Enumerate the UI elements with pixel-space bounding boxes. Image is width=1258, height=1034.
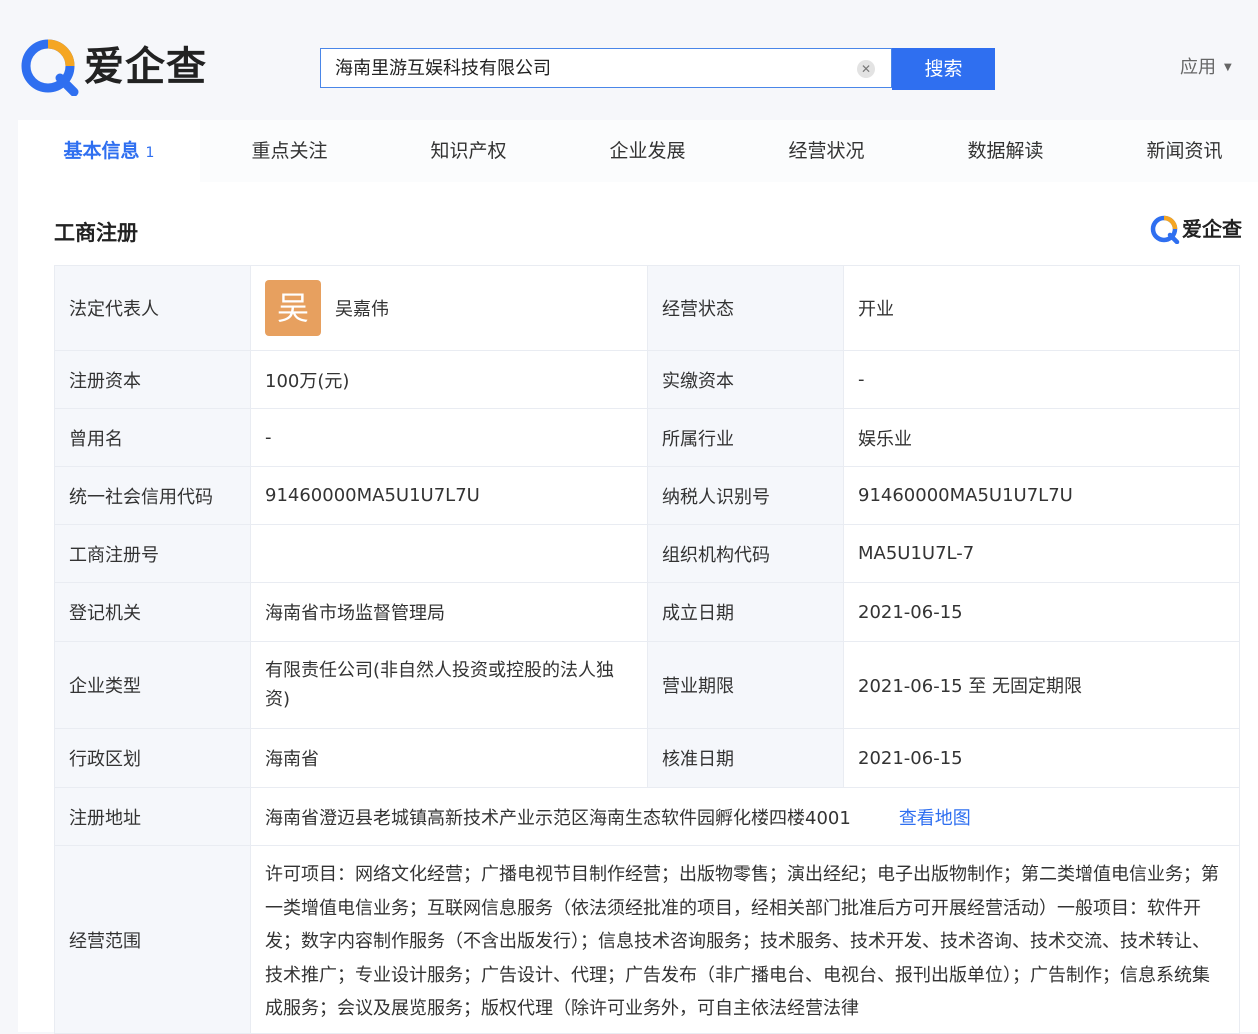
brand-logo-icon	[21, 39, 79, 96]
tab-basic-info[interactable]: 基本信息 1	[18, 120, 200, 182]
field-value: 有限责任公司(非自然人投资或控股的法人独资)	[250, 641, 648, 729]
field-label: 经营状态	[647, 265, 844, 351]
field-value	[250, 524, 648, 583]
table-row: 登记机关 海南省市场监督管理局 成立日期 2021-06-15	[54, 582, 1240, 642]
table-row: 行政区划 海南省 核准日期 2021-06-15	[54, 728, 1240, 788]
field-label: 登记机关	[54, 582, 251, 642]
top-header: 爱企查 海南里游互娱科技有限公司 ✕ 搜索 应用 ▼	[0, 0, 1258, 118]
view-map-link[interactable]: 查看地图	[899, 808, 971, 829]
brand-logo-icon	[1150, 215, 1180, 244]
avatar[interactable]: 吴	[265, 280, 321, 336]
table-row: 曾用名 - 所属行业 娱乐业	[54, 408, 1240, 467]
brand-logo[interactable]: 爱企查	[20, 36, 220, 98]
search-query[interactable]: 海南里游互娱科技有限公司	[335, 49, 551, 89]
field-label: 统一社会信用代码	[54, 466, 251, 525]
field-label: 曾用名	[54, 408, 251, 467]
field-value: 2021-06-15	[843, 582, 1240, 642]
field-label: 注册资本	[54, 350, 251, 409]
section-title: 工商注册	[54, 221, 138, 245]
search-button[interactable]: 搜索	[892, 48, 995, 90]
apps-label: 应用	[1180, 57, 1216, 78]
field-value: -	[250, 408, 648, 467]
table-row: 经营范围 许可项目：网络文化经营；广播电视节目制作经营；出版物零售；演出经纪；电…	[54, 845, 1240, 1034]
table-row: 统一社会信用代码 91460000MA5U1U7L7U 纳税人识别号 91460…	[54, 466, 1240, 525]
search-input[interactable]: 海南里游互娱科技有限公司 ✕	[320, 48, 892, 88]
field-value: 2021-06-15	[843, 728, 1240, 788]
watermark-logo: 爱企查	[1150, 214, 1250, 244]
tab-development[interactable]: 企业发展	[558, 120, 737, 182]
legal-rep-cell: 吴吴嘉伟	[250, 265, 648, 351]
tab-operations[interactable]: 经营状况	[737, 120, 916, 182]
tab-news[interactable]: 新闻资讯	[1095, 120, 1258, 182]
field-label: 所属行业	[647, 408, 844, 467]
field-value: 海南省	[250, 728, 648, 788]
field-value: MA5U1U7L-7	[843, 524, 1240, 583]
field-value: 91460000MA5U1U7L7U	[250, 466, 648, 525]
field-value: 2021-06-15 至 无固定期限	[843, 641, 1240, 729]
field-value: -	[843, 350, 1240, 409]
field-label: 实缴资本	[647, 350, 844, 409]
chevron-down-icon: ▼	[1224, 62, 1232, 73]
tab-key-focus[interactable]: 重点关注	[200, 120, 379, 182]
business-scope-cell: 许可项目：网络文化经营；广播电视节目制作经营；出版物零售；演出经纪；电子出版物制…	[250, 845, 1240, 1034]
field-label: 核准日期	[647, 728, 844, 788]
field-label: 组织机构代码	[647, 524, 844, 583]
field-label: 法定代表人	[54, 265, 251, 351]
field-label: 企业类型	[54, 641, 251, 729]
apps-menu[interactable]: 应用 ▼	[1180, 54, 1232, 82]
watermark-brand-name: 爱企查	[1182, 217, 1242, 241]
content-panel: 工商注册 爱企查 法定代表人 吴吴嘉伟 经营状态 开业 注册资本 100万(元)…	[18, 182, 1258, 1034]
field-label: 注册地址	[54, 787, 251, 846]
address-cell: 海南省澄迈县老城镇高新技术产业示范区海南生态软件园孵化楼四楼4001 查看地图	[250, 787, 1240, 846]
field-label: 营业期限	[647, 641, 844, 729]
tab-bar: 基本信息 1 重点关注 知识产权 企业发展 经营状况 数据解读 新闻资讯	[18, 120, 1258, 183]
table-row: 注册地址 海南省澄迈县老城镇高新技术产业示范区海南生态软件园孵化楼四楼4001 查…	[54, 787, 1240, 846]
business-scope: 许可项目：网络文化经营；广播电视节目制作经营；出版物零售；演出经纪；电子出版物制…	[265, 864, 1219, 1019]
field-label: 纳税人识别号	[647, 466, 844, 525]
table-row: 注册资本 100万(元) 实缴资本 -	[54, 350, 1240, 409]
tab-count: 1	[145, 145, 155, 161]
tab-label: 基本信息	[63, 140, 140, 162]
brand-name: 爱企查	[84, 44, 207, 90]
table-row: 企业类型 有限责任公司(非自然人投资或控股的法人独资) 营业期限 2021-06…	[54, 641, 1240, 729]
registration-table: 法定代表人 吴吴嘉伟 经营状态 开业 注册资本 100万(元) 实缴资本 - 曾…	[54, 265, 1240, 1034]
field-value: 海南省市场监督管理局	[250, 582, 648, 642]
table-row: 工商注册号 组织机构代码 MA5U1U7L-7	[54, 524, 1240, 583]
field-label: 行政区划	[54, 728, 251, 788]
legal-rep-name[interactable]: 吴嘉伟	[335, 299, 389, 320]
field-label: 成立日期	[647, 582, 844, 642]
field-value: 91460000MA5U1U7L7U	[843, 466, 1240, 525]
clear-icon[interactable]: ✕	[857, 60, 875, 78]
tab-ip[interactable]: 知识产权	[379, 120, 558, 182]
field-value: 娱乐业	[843, 408, 1240, 467]
tab-data-insights[interactable]: 数据解读	[916, 120, 1095, 182]
table-row: 法定代表人 吴吴嘉伟 经营状态 开业	[54, 265, 1240, 351]
field-label: 经营范围	[54, 845, 251, 1034]
field-label: 工商注册号	[54, 524, 251, 583]
field-value: 100万(元)	[250, 350, 648, 409]
address-value: 海南省澄迈县老城镇高新技术产业示范区海南生态软件园孵化楼四楼4001	[265, 807, 851, 829]
field-value: 开业	[843, 265, 1240, 351]
